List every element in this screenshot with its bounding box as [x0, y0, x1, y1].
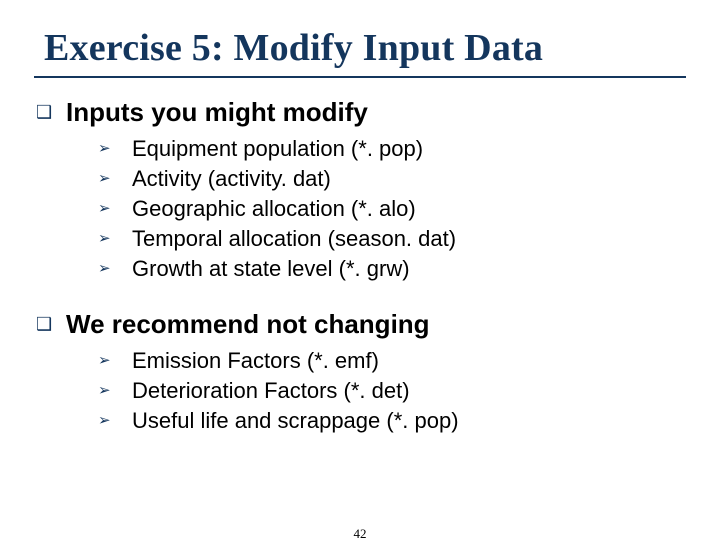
section-heading-text: Inputs you might modify — [66, 96, 368, 128]
slide-title: Exercise 5: Modify Input Data — [44, 26, 720, 70]
arrow-bullet-icon: ➢ — [98, 346, 132, 376]
arrow-bullet-icon: ➢ — [98, 376, 132, 406]
list-item-text: Growth at state level (*. grw) — [132, 254, 410, 284]
list-item-text: Equipment population (*. pop) — [132, 134, 423, 164]
list-item: ➢ Activity (activity. dat) — [98, 164, 720, 194]
list-item: ➢ Emission Factors (*. emf) — [98, 346, 720, 376]
list-item: ➢ Equipment population (*. pop) — [98, 134, 720, 164]
list-item-text: Geographic allocation (*. alo) — [132, 194, 416, 224]
section-heading-2: ❑ We recommend not changing — [36, 308, 720, 340]
list-item: ➢ Growth at state level (*. grw) — [98, 254, 720, 284]
list-item-text: Useful life and scrappage (*. pop) — [132, 406, 459, 436]
section-heading-text: We recommend not changing — [66, 308, 430, 340]
list-item-text: Temporal allocation (season. dat) — [132, 224, 456, 254]
list-item: ➢ Temporal allocation (season. dat) — [98, 224, 720, 254]
arrow-bullet-icon: ➢ — [98, 254, 132, 284]
square-bullet-icon: ❑ — [36, 308, 66, 340]
list-item-text: Activity (activity. dat) — [132, 164, 331, 194]
arrow-bullet-icon: ➢ — [98, 164, 132, 194]
arrow-bullet-icon: ➢ — [98, 134, 132, 164]
list-item: ➢ Deterioration Factors (*. det) — [98, 376, 720, 406]
list-item: ➢ Geographic allocation (*. alo) — [98, 194, 720, 224]
list-item-text: Emission Factors (*. emf) — [132, 346, 379, 376]
slide: Exercise 5: Modify Input Data ❑ Inputs y… — [0, 26, 720, 540]
list-item: ➢ Useful life and scrappage (*. pop) — [98, 406, 720, 436]
arrow-bullet-icon: ➢ — [98, 406, 132, 436]
arrow-bullet-icon: ➢ — [98, 224, 132, 254]
arrow-bullet-icon: ➢ — [98, 194, 132, 224]
slide-body: ❑ Inputs you might modify ➢ Equipment po… — [36, 96, 720, 436]
list-item-text: Deterioration Factors (*. det) — [132, 376, 410, 406]
title-underline — [34, 76, 686, 78]
section-heading-1: ❑ Inputs you might modify — [36, 96, 720, 128]
square-bullet-icon: ❑ — [36, 96, 66, 128]
page-number: 42 — [0, 526, 720, 540]
